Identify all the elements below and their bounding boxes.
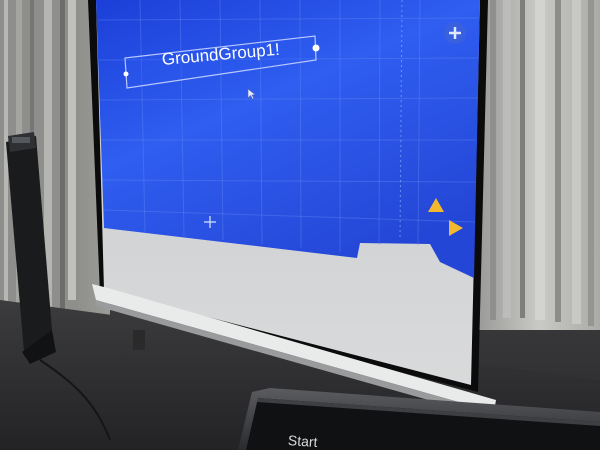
handle-left — [123, 71, 129, 77]
scene-graphics — [0, 0, 600, 450]
plus-icon — [444, 22, 466, 44]
wall-socket — [133, 330, 145, 350]
laptop-start-label: Start — [287, 432, 319, 450]
right-curtain — [490, 0, 594, 326]
handle-right — [312, 44, 320, 52]
photo-scene: GroundGroup1! Start — [0, 0, 600, 450]
